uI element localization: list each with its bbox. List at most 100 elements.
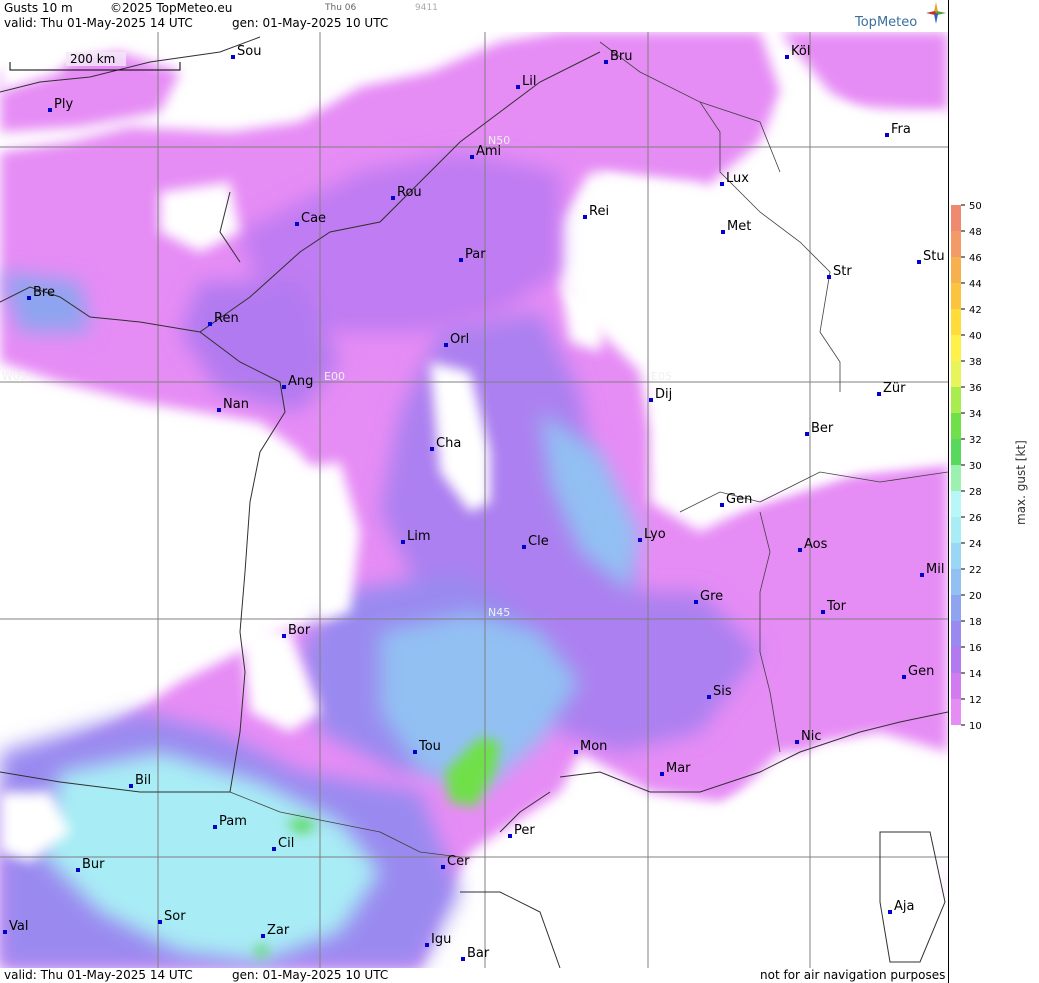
city-label: Gen — [726, 492, 752, 507]
city-label: Pam — [219, 814, 247, 829]
city-dot — [129, 784, 133, 788]
legend-tick-label: 38 — [969, 357, 982, 368]
city-label: Ber — [811, 421, 834, 436]
city-dot — [158, 920, 162, 924]
city-label: Tou — [418, 739, 441, 754]
footer-valid-time: valid: Thu 01-May-2025 14 UTC — [4, 968, 193, 982]
legend-swatch — [951, 647, 961, 673]
city-dot — [885, 133, 889, 137]
legend-tick-label: 24 — [969, 539, 982, 550]
grid-label-e00: E00 — [324, 370, 345, 383]
city-label: Cer — [447, 854, 470, 869]
legend-tick-label: 16 — [969, 643, 982, 654]
legend-tick-label: 50 — [969, 201, 982, 212]
city-label: Nan — [223, 397, 249, 412]
legend-swatch — [951, 673, 961, 699]
city-dot — [649, 398, 653, 402]
legend-swatch — [951, 569, 961, 595]
city-dot — [213, 825, 217, 829]
compass-star-icon — [926, 2, 946, 24]
city-label: Cha — [436, 436, 461, 451]
legend-swatch — [951, 439, 961, 465]
city-label: Mil — [926, 562, 944, 577]
legend-tick-label: 10 — [969, 721, 982, 732]
legend-swatch — [951, 257, 961, 283]
legend-tick-label: 42 — [969, 305, 982, 316]
footer-generated-time: gen: 01-May-2025 10 UTC — [232, 968, 389, 982]
city-label: Nic — [801, 729, 821, 744]
gust-map[interactable]: N50 N45 W05 E00 E05 200 km Sou Bru KölPlyL… — [0, 32, 948, 968]
city-dot — [208, 322, 212, 326]
city-label: Gen — [908, 664, 934, 679]
city-dot — [27, 296, 31, 300]
city-dot — [295, 222, 299, 226]
map-title: Gusts 10 m — [4, 1, 73, 15]
legend-swatch — [951, 465, 961, 491]
city-label: Lyo — [644, 527, 666, 542]
city-dot — [795, 740, 799, 744]
city-dot — [425, 943, 429, 947]
city-label: Ply — [54, 97, 73, 112]
legend-swatch — [951, 491, 961, 517]
city-dot — [638, 538, 642, 542]
city-label: Köl — [791, 44, 810, 59]
city-label: Lim — [407, 529, 431, 544]
legend-swatch — [951, 205, 961, 231]
legend-tick-label: 30 — [969, 461, 982, 472]
day-label: Thu 06 — [325, 3, 357, 13]
city-dot — [470, 155, 474, 159]
city-label: Str — [833, 264, 852, 279]
city-dot — [272, 847, 276, 851]
city-dot — [721, 230, 725, 234]
legend-tick-label: 12 — [969, 695, 982, 706]
city-dot — [902, 675, 906, 679]
valid-time: valid: Thu 01-May-2025 14 UTC — [4, 16, 193, 30]
legend-title: max. gust [kt] — [1014, 440, 1028, 525]
city-dot — [917, 260, 921, 264]
city-label: Lil — [522, 74, 536, 89]
city-dot — [461, 957, 465, 961]
city-dot — [821, 610, 825, 614]
city-label: Sor — [164, 909, 186, 924]
city-dot — [508, 834, 512, 838]
city-dot — [785, 55, 789, 59]
legend-swatch — [951, 387, 961, 413]
city-label: Gre — [700, 589, 723, 604]
legend-tick-label: 40 — [969, 331, 982, 342]
city-label: Bor — [288, 623, 311, 638]
gust-legend: 50 48 46 44 42 40 38 36 34 32 30 28 26 24 22 20 18 16 14 12… — [951, 201, 1028, 732]
legend-tick-label: 26 — [969, 513, 982, 524]
city-dot — [261, 934, 265, 938]
legend-swatch — [951, 231, 961, 257]
city-dot — [459, 258, 463, 262]
city-dot — [694, 600, 698, 604]
city-label: Sis — [713, 684, 732, 699]
city-label: Zür — [883, 381, 906, 396]
disclaimer: not for air navigation purposes — [760, 968, 946, 982]
city-dot — [574, 750, 578, 754]
generated-time: gen: 01-May-2025 10 UTC — [232, 16, 389, 30]
city-label: Bur — [82, 857, 105, 872]
city-label: Zar — [267, 923, 290, 938]
city-label: Met — [727, 219, 751, 234]
city-dot — [3, 930, 7, 934]
copyright: ©2025 TopMeteo.eu — [110, 1, 233, 15]
city-label: Rou — [397, 185, 422, 200]
city-label: Bre — [33, 285, 55, 300]
legend-tick-label: 44 — [969, 279, 982, 290]
city-dot — [391, 196, 395, 200]
legend-tick-label: 20 — [969, 591, 982, 602]
city-dot — [604, 60, 608, 64]
code-label: 9411 — [415, 3, 438, 13]
city-dot — [583, 215, 587, 219]
city-dot — [48, 108, 52, 112]
legend-tick-label: 14 — [969, 669, 982, 680]
city-label: Bil — [135, 773, 151, 788]
city-label: Par — [465, 247, 486, 262]
city-label: Igu — [431, 932, 451, 947]
panel-divider — [948, 0, 949, 983]
city-dot — [76, 868, 80, 872]
city-dot — [798, 548, 802, 552]
city-label: Cle — [528, 534, 549, 549]
legend-swatch — [951, 621, 961, 647]
